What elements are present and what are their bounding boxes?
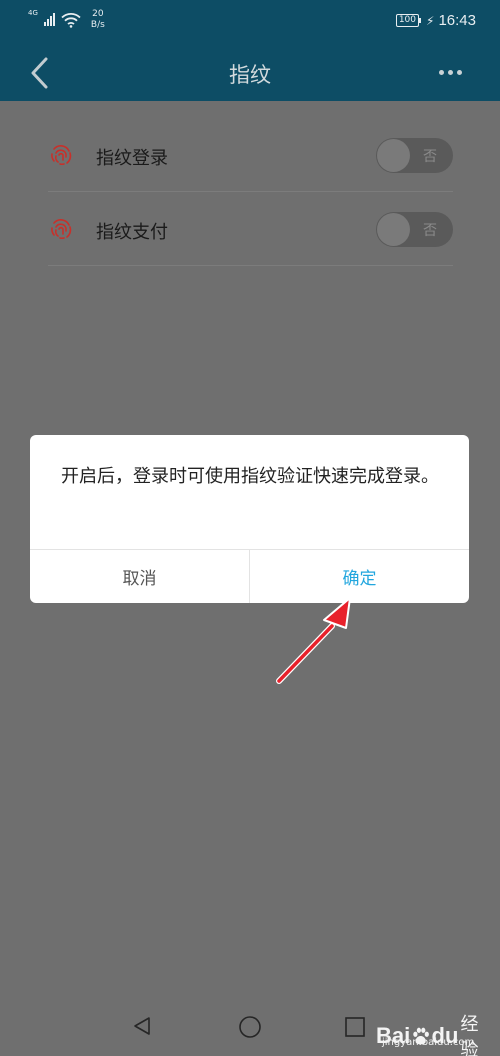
- setting-label: 指纹支付: [96, 222, 168, 243]
- annotation-arrow-icon: [276, 597, 351, 684]
- fingerprint-payment-toggle[interactable]: 否: [376, 212, 453, 247]
- fingerprint-icon: [51, 219, 72, 240]
- status-right: 100 ⚡ 16:43: [395, 12, 476, 29]
- wifi-icon: [61, 13, 81, 28]
- toggle-text: 否: [423, 223, 437, 239]
- status-bar: 4G 20 B/s 100 ⚡ 16:43: [0, 0, 500, 44]
- watermark-brand-cn: 经验: [460, 1014, 479, 1056]
- watermark-url: jingyan.baidu.com: [382, 1037, 475, 1048]
- speed-unit: B/s: [90, 20, 105, 30]
- app-bar: 指纹: [0, 44, 500, 101]
- settings-list: 指纹登录 否 指纹支付 否: [48, 118, 453, 266]
- more-icon[interactable]: [439, 70, 462, 75]
- baidu-jingyan-watermark: Bai du 经验 jingyan.baidu.com: [374, 1010, 492, 1056]
- fingerprint-icon: [51, 145, 72, 166]
- signal-icon: [43, 12, 55, 26]
- dialog-actions: 取消 确定: [30, 549, 469, 603]
- cancel-button[interactable]: 取消: [30, 550, 250, 603]
- battery-icon: 100: [395, 14, 422, 27]
- page-title: 指纹: [229, 63, 271, 87]
- fingerprint-login-toggle[interactable]: 否: [376, 138, 453, 173]
- network-type: 4G: [28, 9, 38, 17]
- dialog-message: 开启后，登录时可使用指纹验证快速完成登录。: [61, 466, 439, 487]
- battery-level: 100: [398, 15, 417, 25]
- charging-icon: ⚡: [426, 13, 435, 28]
- setting-row-fingerprint-login: 指纹登录 否: [48, 118, 453, 192]
- toggle-knob: [377, 139, 410, 172]
- toggle-knob: [377, 213, 410, 246]
- confirm-dialog: 开启后，登录时可使用指纹验证快速完成登录。 取消 确定: [30, 435, 469, 603]
- nav-recent-icon[interactable]: [344, 1016, 366, 1038]
- watermark-brand: Bai du 经验: [376, 1010, 492, 1056]
- status-time: 16:43: [438, 12, 476, 29]
- nav-back-icon[interactable]: [131, 1015, 153, 1037]
- setting-label: 指纹登录: [96, 148, 168, 169]
- speed-value: 20: [92, 9, 104, 19]
- network-speed: 20 B/s: [91, 9, 105, 31]
- nav-home-icon[interactable]: [238, 1015, 262, 1039]
- toggle-text: 否: [423, 149, 437, 165]
- setting-row-fingerprint-payment: 指纹支付 否: [48, 192, 453, 266]
- status-left: 4G 20 B/s: [28, 9, 105, 31]
